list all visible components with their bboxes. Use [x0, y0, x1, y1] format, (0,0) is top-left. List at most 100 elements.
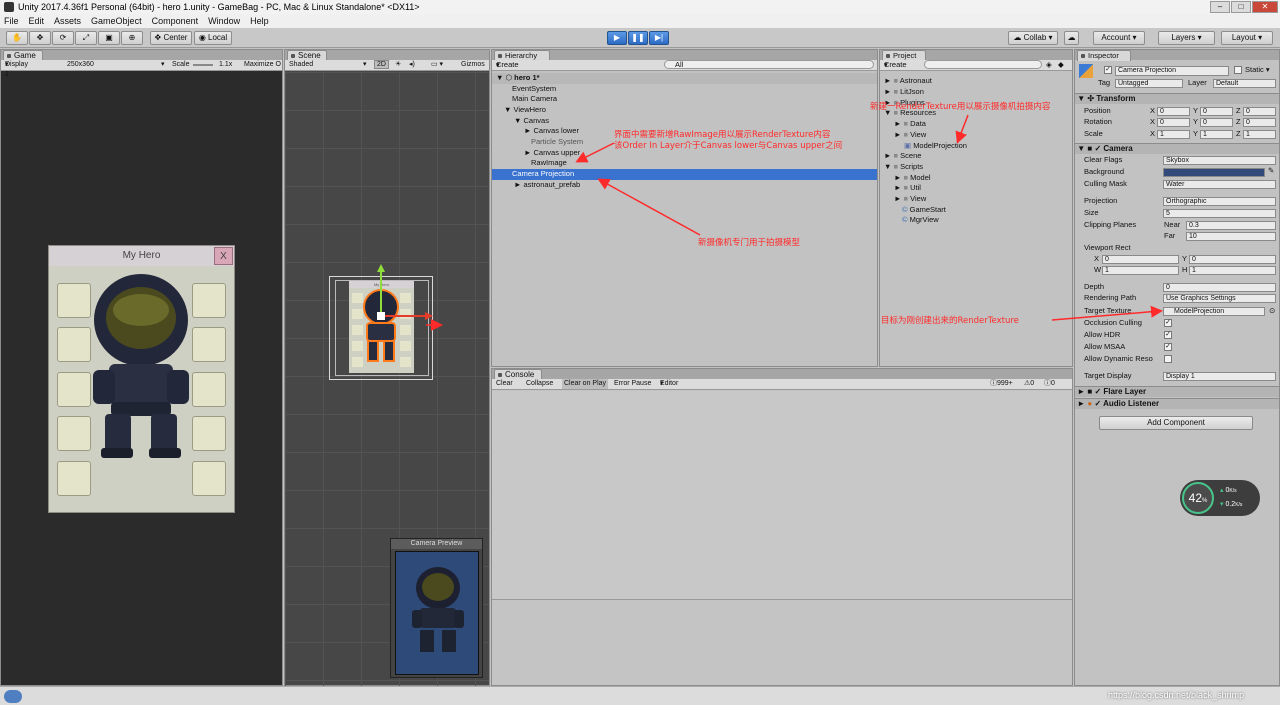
occlusion-culling-checkbox[interactable]: ✓ [1164, 319, 1172, 327]
project-item[interactable]: ► ■ Data [894, 119, 926, 129]
audio-icon[interactable]: ◂) [409, 60, 415, 70]
project-item[interactable]: ► ■ LitJson [884, 87, 924, 97]
scale-slider[interactable] [193, 64, 213, 66]
scale-x-input[interactable]: 1 [1157, 130, 1190, 139]
console-error-count[interactable]: ⓘ 0 [1044, 379, 1055, 389]
static-checkbox[interactable] [1234, 66, 1242, 74]
menu-file[interactable]: File [4, 14, 19, 28]
filter-type-icon[interactable]: ◈ [1046, 60, 1052, 70]
hierarchy-item[interactable]: Particle System [531, 137, 583, 147]
console-collapse-button[interactable]: Collapse [526, 379, 553, 389]
minimize-button[interactable]: – [1210, 1, 1230, 13]
hierarchy-item[interactable]: Main Camera [512, 94, 557, 104]
rotation-z-input[interactable]: 0 [1243, 118, 1276, 127]
viewport-h-input[interactable]: 1 [1189, 266, 1276, 275]
project-item[interactable]: ► ■ Scene [884, 151, 921, 161]
menu-gameobject[interactable]: GameObject [91, 14, 142, 28]
viewport-x-input[interactable]: 0 [1102, 255, 1179, 264]
bag-slot[interactable] [192, 283, 226, 318]
console-clear-button[interactable]: Clear [496, 379, 513, 389]
hierarchy-item[interactable]: ► astronaut_prefab [514, 180, 580, 190]
allow-msaa-checkbox[interactable]: ✓ [1164, 343, 1172, 351]
menu-assets[interactable]: Assets [54, 14, 81, 28]
rotate-tool-icon[interactable]: ⟳ [52, 31, 74, 45]
bag-slot[interactable] [57, 283, 91, 318]
bag-slot[interactable] [192, 327, 226, 362]
projection-dropdown[interactable]: Orthographic [1163, 197, 1276, 206]
project-item[interactable]: ► ■ View [894, 130, 926, 140]
console-editor-dropdown[interactable]: Editor ▾ [660, 379, 678, 389]
project-item[interactable]: ▣ ModelProjection [904, 141, 967, 151]
console-clear-on-play-toggle[interactable]: Clear on Play [562, 379, 609, 389]
viewport-y-input[interactable]: 0 [1189, 255, 1276, 264]
play-button[interactable]: ▶ [607, 31, 627, 45]
rendering-path-dropdown[interactable]: Use Graphics Settings [1163, 294, 1276, 303]
transform-header[interactable]: ▼ ✣ Transform [1075, 93, 1279, 104]
project-item[interactable]: © GameStart [902, 205, 946, 215]
filter-label-icon[interactable]: ◆ [1058, 60, 1064, 70]
gameobject-name-input[interactable]: Camera Projection [1115, 66, 1229, 76]
hierarchy-item[interactable]: ▼ ViewHero [504, 105, 546, 115]
console-log-area[interactable] [492, 391, 1072, 599]
hierarchy-item[interactable]: ► Canvas lower [524, 126, 579, 136]
collab-button[interactable]: ☁ Collab ▾ [1008, 31, 1058, 45]
project-search-input[interactable] [924, 60, 1042, 69]
scale-tool-icon[interactable]: ⤢ [75, 31, 97, 45]
cloud-icon[interactable]: ☁ [1064, 31, 1079, 45]
bag-slot[interactable] [192, 372, 226, 407]
depth-input[interactable]: 0 [1163, 283, 1276, 292]
rect-tool-icon[interactable]: ▣ [98, 31, 120, 45]
bag-slot[interactable] [57, 327, 91, 362]
move-gizmo[interactable] [365, 260, 445, 340]
menu-window[interactable]: Window [208, 14, 240, 28]
flare-layer-header[interactable]: ► ■ ✓ Flare Layer [1075, 386, 1279, 397]
scale-z-input[interactable]: 1 [1243, 130, 1276, 139]
bag-slot[interactable] [192, 461, 226, 496]
pivot-center-button[interactable]: ✥ Center [150, 31, 192, 45]
position-z-input[interactable]: 0 [1243, 107, 1276, 116]
hierarchy-create-button[interactable]: Create ▾ [496, 60, 519, 70]
gameobject-active-checkbox[interactable]: ✓ [1104, 66, 1112, 74]
hierarchy-item[interactable]: ▼ Canvas [514, 116, 549, 126]
hierarchy-item[interactable]: RawImage [531, 158, 567, 168]
project-item[interactable]: ► ■ Astronaut [884, 76, 932, 86]
tab-inspector[interactable]: Inspector [1077, 50, 1131, 61]
scale-y-input[interactable]: 1 [1200, 130, 1233, 139]
project-item[interactable]: ▼ ■ Scripts [884, 162, 923, 172]
static-label[interactable]: Static ▾ [1245, 65, 1270, 75]
pivot-local-button[interactable]: ◉ Local [194, 31, 232, 45]
menu-component[interactable]: Component [152, 14, 199, 28]
project-create-button[interactable]: Create ▾ [884, 60, 907, 70]
project-item[interactable]: © MgrView [902, 215, 939, 225]
rotation-y-input[interactable]: 0 [1200, 118, 1233, 127]
console-error-pause-toggle[interactable]: Error Pause [614, 379, 651, 389]
layers-dropdown[interactable]: Layers ▾ [1158, 31, 1215, 45]
bag-slot[interactable] [57, 416, 91, 451]
position-x-input[interactable]: 0 [1157, 107, 1190, 116]
move-tool-icon[interactable]: ✥ [29, 31, 51, 45]
transform-tool-icon[interactable]: ⊕ [121, 31, 143, 45]
start-icon[interactable] [4, 690, 22, 703]
eyedropper-icon[interactable]: ✎ [1268, 166, 1274, 176]
add-component-button[interactable]: Add Component [1099, 416, 1253, 430]
audio-listener-header[interactable]: ► ● ✓ Audio Listener [1075, 398, 1279, 409]
rotation-x-input[interactable]: 0 [1157, 118, 1190, 127]
2d-toggle[interactable]: 2D [374, 60, 389, 69]
display-dropdown[interactable]: Display 1 ▾ [5, 60, 28, 78]
layer-dropdown[interactable]: Default [1213, 79, 1276, 88]
hand-tool-icon[interactable]: ✋ [6, 31, 28, 45]
maximize-button[interactable]: □ [1231, 1, 1251, 13]
console-warning-count[interactable]: ⚠ 0 [1024, 379, 1034, 389]
project-item[interactable]: ► ■ Model [894, 173, 931, 183]
culling-mask-dropdown[interactable]: Water [1163, 180, 1276, 189]
allow-dynamic-resolution-checkbox[interactable] [1164, 355, 1172, 363]
menu-edit[interactable]: Edit [29, 14, 45, 28]
bag-slot[interactable] [57, 461, 91, 496]
viewport-w-input[interactable]: 1 [1102, 266, 1179, 275]
hierarchy-item-selected[interactable]: Camera Projection [512, 169, 574, 179]
near-input[interactable]: 0.3 [1186, 221, 1276, 230]
project-item[interactable]: ► ■ Util [894, 183, 921, 193]
layout-dropdown[interactable]: Layout ▾ [1221, 31, 1273, 45]
far-input[interactable]: 10 [1186, 232, 1276, 241]
account-dropdown[interactable]: Account ▾ [1093, 31, 1145, 45]
